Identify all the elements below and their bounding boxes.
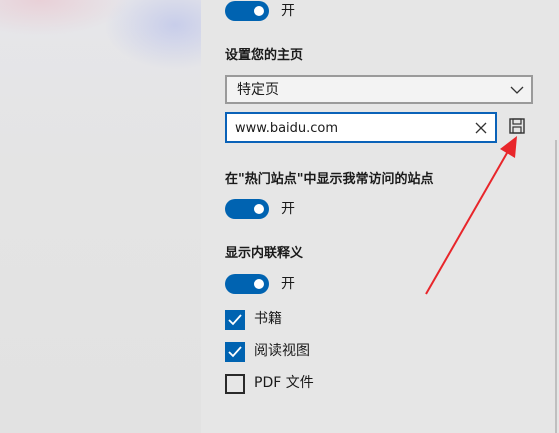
reading-view-checkbox[interactable] bbox=[225, 342, 245, 362]
toggle-knob bbox=[254, 204, 264, 214]
books-checkbox-label: 书籍 bbox=[254, 311, 282, 327]
toggle-knob bbox=[254, 279, 264, 289]
save-icon[interactable] bbox=[508, 117, 526, 135]
inline-definitions-toggle-label: 开 bbox=[281, 276, 295, 292]
inline-definitions-toggle[interactable] bbox=[225, 274, 269, 294]
screenshot-root: 开 设置您的主页 特定页 在"热门站点"中显示我常访问的站点 开 显示内联释义 … bbox=[0, 0, 559, 433]
reading-view-checkbox-label: 阅读视图 bbox=[254, 343, 310, 359]
pdf-checkbox[interactable] bbox=[225, 374, 245, 394]
homepage-select[interactable]: 特定页 bbox=[225, 75, 533, 104]
top-sites-toggle[interactable] bbox=[225, 199, 269, 219]
checkmark-icon bbox=[228, 346, 242, 358]
blurred-background bbox=[0, 0, 201, 433]
checkmark-icon bbox=[228, 314, 242, 326]
inline-definitions-heading: 显示内联释义 bbox=[225, 246, 304, 261]
homepage-url-input[interactable] bbox=[235, 119, 465, 137]
scrollbar[interactable] bbox=[555, 140, 557, 433]
chevron-down-icon bbox=[510, 86, 524, 94]
homepage-heading: 设置您的主页 bbox=[225, 48, 304, 63]
pdf-checkbox-label: PDF 文件 bbox=[254, 375, 314, 391]
books-checkbox[interactable] bbox=[225, 310, 245, 330]
top-toggle-label: 开 bbox=[281, 3, 295, 19]
homepage-url-input-box[interactable] bbox=[225, 112, 497, 143]
top-sites-toggle-label: 开 bbox=[281, 201, 295, 217]
toggle-knob bbox=[254, 6, 264, 16]
close-icon[interactable] bbox=[475, 122, 487, 134]
top-toggle[interactable] bbox=[225, 1, 269, 21]
homepage-select-value: 特定页 bbox=[237, 82, 279, 98]
top-sites-heading: 在"热门站点"中显示我常访问的站点 bbox=[225, 172, 434, 187]
